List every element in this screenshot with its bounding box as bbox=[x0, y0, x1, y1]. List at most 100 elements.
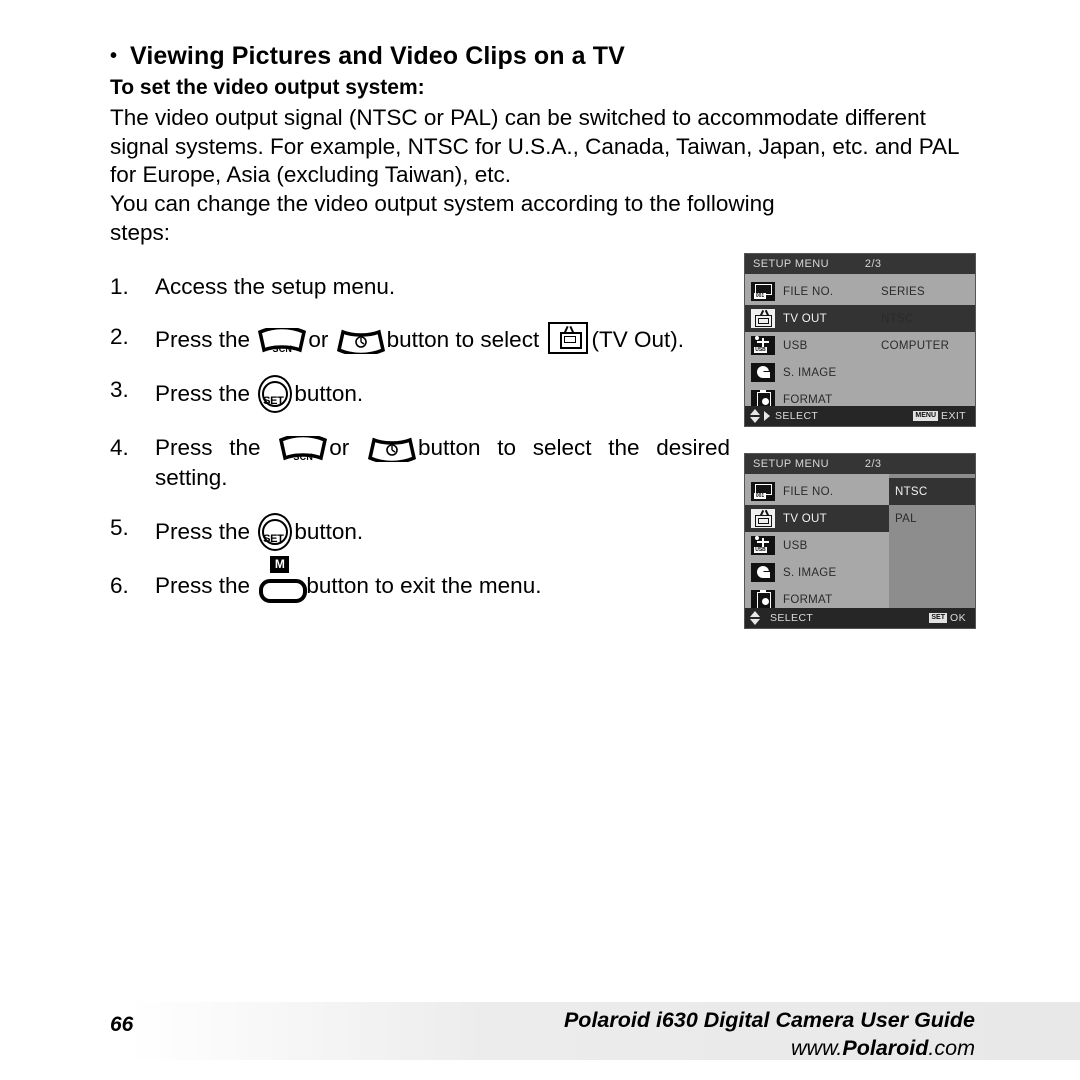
step-2: 2. Press the SCN or button to select (TV… bbox=[110, 322, 730, 355]
lcd-submenu-option-ntsc[interactable]: NTSC bbox=[889, 478, 975, 505]
section-subtitle: To set the video output system: bbox=[110, 76, 425, 99]
step-number: 6. bbox=[110, 573, 129, 598]
lcd-row-tv-out[interactable]: TV OUT bbox=[745, 505, 889, 532]
lcd-row-file-no[interactable]: 001 FILE NO. bbox=[745, 478, 889, 505]
menu-button-cap bbox=[259, 579, 308, 603]
tv-out-icon bbox=[751, 509, 775, 528]
lcd-row-file-no[interactable]: 001 FILE NO. SERIES bbox=[745, 278, 975, 305]
lcd-row-label: TV OUT bbox=[783, 312, 827, 325]
page-title-text: Viewing Pictures and Video Clips on a TV bbox=[130, 42, 625, 70]
lcd-menu-list: 001 FILE NO. TV OUT USB USB S. IMAGE FOR… bbox=[745, 474, 889, 609]
step-text-mid: or bbox=[308, 327, 329, 352]
usb-trident bbox=[757, 538, 769, 547]
format-gear bbox=[762, 598, 769, 605]
set-badge-icon: SET bbox=[929, 613, 948, 623]
tv-body-icon bbox=[755, 515, 772, 527]
lcd-row-s-image[interactable]: S. IMAGE bbox=[745, 559, 889, 586]
startup-image-icon bbox=[751, 563, 775, 582]
tv-out-icon bbox=[751, 309, 775, 328]
instructions-paragraph-last: steps: bbox=[110, 219, 171, 245]
usb-tag: USB bbox=[754, 347, 767, 353]
lcd-submenu-tv-out: NTSC PAL bbox=[889, 474, 975, 608]
lcd-row-label: S. IMAGE bbox=[783, 566, 837, 579]
lcd-row-label: TV OUT bbox=[783, 512, 827, 525]
scene-button-label: SCN bbox=[293, 452, 314, 462]
lcd-submenu-option-label: PAL bbox=[895, 512, 917, 525]
usb-icon: USB bbox=[751, 336, 775, 355]
instructions-paragraph-main: You can change the video output system a… bbox=[110, 191, 775, 216]
instructions-paragraph: You can change the video output system a… bbox=[110, 190, 976, 247]
set-button-icon: SET bbox=[258, 513, 293, 551]
step-text-pre: Press the bbox=[155, 435, 261, 460]
footer-url-suffix: .com bbox=[928, 1036, 975, 1060]
step-number: 2. bbox=[110, 324, 129, 349]
step-text: Press the SCN or button to select the de… bbox=[155, 433, 730, 493]
lcd-row-label: FORMAT bbox=[783, 393, 833, 406]
intro-paragraph: The video output signal (NTSC or PAL) ca… bbox=[110, 105, 959, 187]
usb-dot bbox=[755, 336, 759, 340]
step-text-pre: Press the bbox=[155, 573, 251, 598]
right-arrow-icon bbox=[764, 411, 770, 421]
lcd-footer-action: MENU EXIT bbox=[913, 410, 975, 422]
tv-out-icon bbox=[548, 322, 589, 354]
step-text: Press the SCN or button to select (TV Ou… bbox=[155, 322, 730, 355]
menu-badge-icon: MENU bbox=[913, 411, 939, 421]
lcd-page-indicator: 2/3 bbox=[864, 458, 882, 470]
lcd-body: 001 FILE NO. TV OUT USB USB S. IMAGE FOR… bbox=[745, 474, 975, 609]
set-button-icon: SET bbox=[258, 375, 293, 413]
usb-tag: USB bbox=[754, 547, 767, 553]
lcd-row-s-image[interactable]: S. IMAGE bbox=[745, 359, 975, 386]
bullet-icon: • bbox=[110, 45, 118, 67]
step-number: 1. bbox=[110, 274, 129, 299]
file-number-tag: 001 bbox=[754, 293, 766, 299]
file-number-tag: 001 bbox=[754, 493, 766, 499]
step-text: Access the setup menu. bbox=[155, 274, 396, 299]
startup-image-square bbox=[764, 572, 770, 578]
step-3: 3. Press the SET button. bbox=[110, 375, 730, 413]
step-text-pre: Press the bbox=[155, 327, 251, 352]
lcd-menu-list: 001 FILE NO. SERIES TV OUT NTSC USB USB … bbox=[745, 274, 975, 409]
step-text-post: button. bbox=[294, 519, 364, 544]
lcd-row-value: COMPUTER bbox=[881, 339, 950, 352]
scene-button-icon: SCN bbox=[258, 328, 307, 354]
step-number: 3. bbox=[110, 377, 129, 402]
lcd-footer-action: SET OK bbox=[929, 612, 975, 624]
lcd-row-usb[interactable]: USB USB bbox=[745, 532, 889, 559]
step-5: 5. Press the SET button. bbox=[110, 513, 730, 551]
self-timer-button-icon bbox=[336, 328, 385, 354]
menu-button-icon: M bbox=[259, 556, 308, 603]
lcd-submenu-option-label: NTSC bbox=[895, 485, 928, 498]
lcd-footer-select: SELECT bbox=[745, 610, 813, 626]
step-6: 6. Press the M button to exit the menu. bbox=[110, 556, 730, 603]
tv-body-icon bbox=[755, 315, 772, 327]
usb-icon: USB bbox=[751, 536, 775, 555]
page-number: 66 bbox=[110, 1013, 134, 1036]
step-number: 5. bbox=[110, 515, 129, 540]
lcd-row-tv-out[interactable]: TV OUT NTSC bbox=[745, 305, 975, 332]
file-number-icon: 001 bbox=[751, 482, 775, 501]
lcd-titlebar: SETUP MENU 2/3 bbox=[745, 254, 975, 274]
lcd-row-label: USB bbox=[783, 339, 808, 352]
lcd-setup-menu-screenshot-1: SETUP MENU 2/3 001 FILE NO. SERIES TV OU… bbox=[744, 253, 976, 427]
step-4: 4. Press the SCN or button to select the… bbox=[110, 433, 730, 493]
lcd-footer-select: SELECT bbox=[745, 408, 818, 424]
step-text-post: button to select bbox=[386, 327, 540, 352]
lcd-body: 001 FILE NO. SERIES TV OUT NTSC USB USB … bbox=[745, 274, 975, 409]
lcd-title-text: SETUP MENU bbox=[753, 458, 829, 470]
lcd-submenu-option-pal[interactable]: PAL bbox=[889, 505, 975, 532]
up-down-arrows-icon bbox=[750, 408, 761, 424]
footer-url: www.Polaroid.com bbox=[791, 1036, 975, 1061]
usb-dot bbox=[755, 536, 759, 540]
footer-title: Polaroid i630 Digital Camera User Guide bbox=[563, 1008, 975, 1032]
step-text-mid: or bbox=[329, 435, 350, 460]
lcd-page-indicator: 2/3 bbox=[864, 258, 882, 270]
lcd-row-label: FILE NO. bbox=[783, 285, 834, 298]
format-clip bbox=[760, 390, 766, 393]
lcd-row-usb[interactable]: USB USB COMPUTER bbox=[745, 332, 975, 359]
set-button-label: SET bbox=[263, 533, 284, 545]
startup-image-icon bbox=[751, 363, 775, 382]
scene-button-label: SCN bbox=[272, 344, 293, 354]
tv-body-icon bbox=[560, 332, 583, 349]
step-text-tail: (TV Out). bbox=[591, 327, 684, 352]
scene-button-icon: SCN bbox=[279, 436, 328, 462]
